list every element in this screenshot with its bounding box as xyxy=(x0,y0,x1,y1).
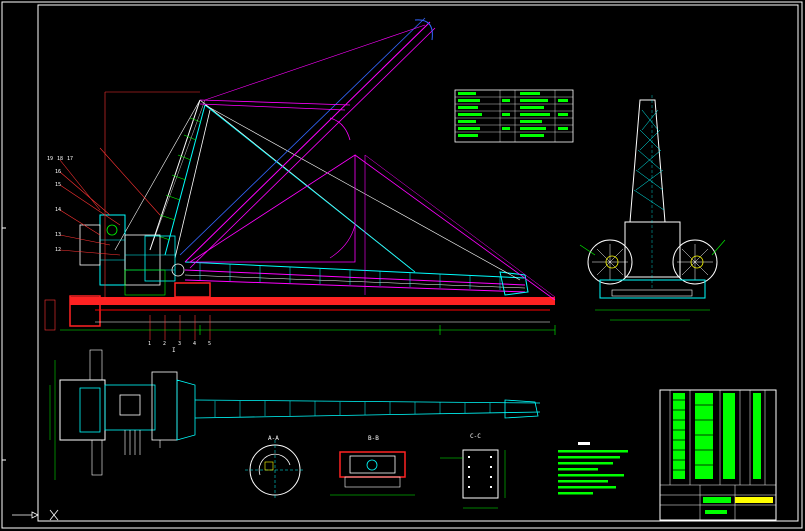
callout-1: 1 xyxy=(148,341,151,347)
title-block xyxy=(659,389,777,521)
technical-notes xyxy=(558,442,628,495)
callout-2: 2 xyxy=(163,341,166,347)
callout-5: 5 xyxy=(208,341,211,347)
callout-4: 4 xyxy=(193,341,196,347)
callout-13: 13 xyxy=(55,232,61,238)
section-c-label: C-C xyxy=(470,433,481,440)
section-b-detail: B-B xyxy=(330,435,415,496)
callout-14: 14 xyxy=(55,207,61,213)
cad-drawing-canvas: 19 18 17 16 15 14 13 12 1 2 3 4 5 I A-A … xyxy=(0,0,805,531)
scale-mark: I xyxy=(172,347,176,354)
section-a-label: A-A xyxy=(268,435,279,442)
section-b-label: B-B xyxy=(368,435,379,442)
callout-19: 19 xyxy=(47,156,53,162)
callout-12: 12 xyxy=(55,247,61,253)
callout-18: 18 xyxy=(57,156,63,162)
callout-labels: 19 18 17 16 15 14 13 12 1 2 3 4 5 xyxy=(47,156,211,347)
cad-drawing-svg: 19 18 17 16 15 14 13 12 1 2 3 4 5 I A-A … xyxy=(1,1,803,529)
ucs-axis-icon xyxy=(12,509,59,521)
callout-15: 15 xyxy=(55,182,61,188)
section-c-detail: C-C xyxy=(440,433,506,509)
callout-17: 17 xyxy=(67,156,73,162)
spec-table xyxy=(454,89,574,143)
callout-16: 16 xyxy=(55,169,61,175)
plan-view xyxy=(49,349,541,480)
callout-3: 3 xyxy=(178,341,181,347)
side-elevation-view: 19 18 17 16 15 14 13 12 1 2 3 4 5 I xyxy=(44,17,556,354)
base-rail xyxy=(70,297,555,305)
section-a-detail: A-A xyxy=(245,435,305,500)
end-elevation-view xyxy=(579,95,726,321)
